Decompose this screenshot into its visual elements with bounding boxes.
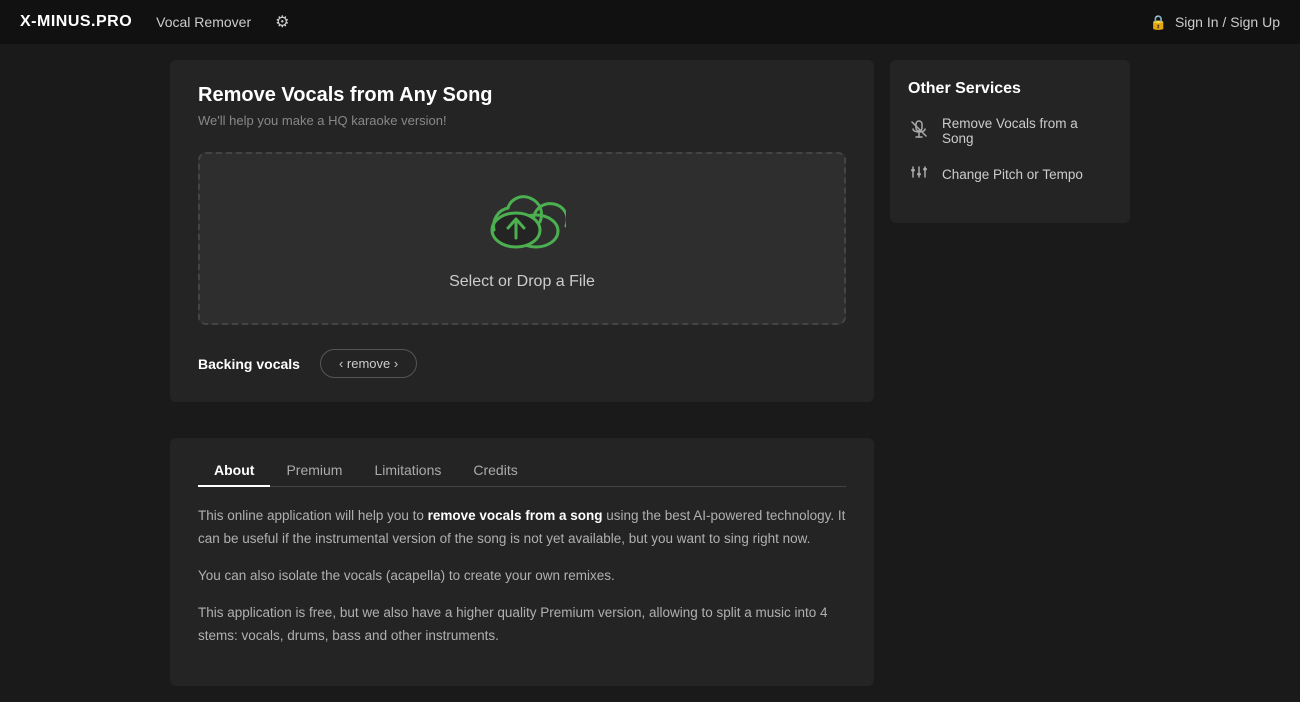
service-change-pitch-label: Change Pitch or Tempo — [942, 167, 1083, 182]
upload-panel: Remove Vocals from Any Song We'll help y… — [170, 60, 874, 402]
tab-credits[interactable]: Credits — [457, 454, 533, 486]
main-content: Remove Vocals from Any Song We'll help y… — [0, 44, 1300, 702]
panel-title: Remove Vocals from Any Song — [198, 84, 846, 107]
header-left: X-MINUS.PRO Vocal Remover ⚙ — [20, 12, 289, 32]
about-para1: This online application will help you to… — [198, 505, 846, 551]
mic-off-icon — [908, 119, 930, 144]
gear-icon[interactable]: ⚙ — [275, 12, 289, 32]
upload-text: Select or Drop a File — [449, 273, 595, 291]
about-para3: This application is free, but we also ha… — [198, 602, 846, 648]
service-change-pitch[interactable]: Change Pitch or Tempo — [908, 162, 1112, 187]
tabs-header: About Premium Limitations Credits — [198, 454, 846, 487]
right-panel-title: Other Services — [908, 80, 1112, 98]
tune-icon — [908, 162, 930, 187]
remove-button[interactable]: ‹ remove › — [320, 349, 417, 378]
backing-vocals-label: Backing vocals — [198, 356, 300, 372]
tab-about[interactable]: About — [198, 454, 270, 486]
upload-area[interactable]: Select or Drop a File — [198, 152, 846, 325]
tab-about-content: This online application will help you to… — [198, 505, 846, 648]
about-para1-pre: This online application will help you to — [198, 508, 428, 523]
sign-in-label[interactable]: Sign In / Sign Up — [1175, 14, 1280, 30]
header: X-MINUS.PRO Vocal Remover ⚙ 🔒 Sign In / … — [0, 0, 1300, 44]
upload-cloud-icon — [478, 186, 566, 259]
about-para2: You can also isolate the vocals (acapell… — [198, 565, 846, 588]
logo: X-MINUS.PRO — [20, 13, 132, 31]
about-para1-bold: remove vocals from a song — [428, 508, 603, 523]
service-remove-vocals[interactable]: Remove Vocals from a Song — [908, 116, 1112, 146]
tabs-section: About Premium Limitations Credits This o… — [170, 438, 874, 686]
tab-limitations[interactable]: Limitations — [358, 454, 457, 486]
tab-premium[interactable]: Premium — [270, 454, 358, 486]
header-right[interactable]: 🔒 Sign In / Sign Up — [1150, 14, 1281, 31]
backing-vocals-row: Backing vocals ‹ remove › — [198, 349, 846, 378]
right-panel: Other Services Remove Vocals from a Song — [890, 60, 1130, 223]
panel-subtitle: We'll help you make a HQ karaoke version… — [198, 113, 846, 128]
service-remove-vocals-label: Remove Vocals from a Song — [942, 116, 1112, 146]
lock-icon: 🔒 — [1150, 14, 1167, 31]
nav-vocal-remover[interactable]: Vocal Remover — [156, 14, 251, 30]
